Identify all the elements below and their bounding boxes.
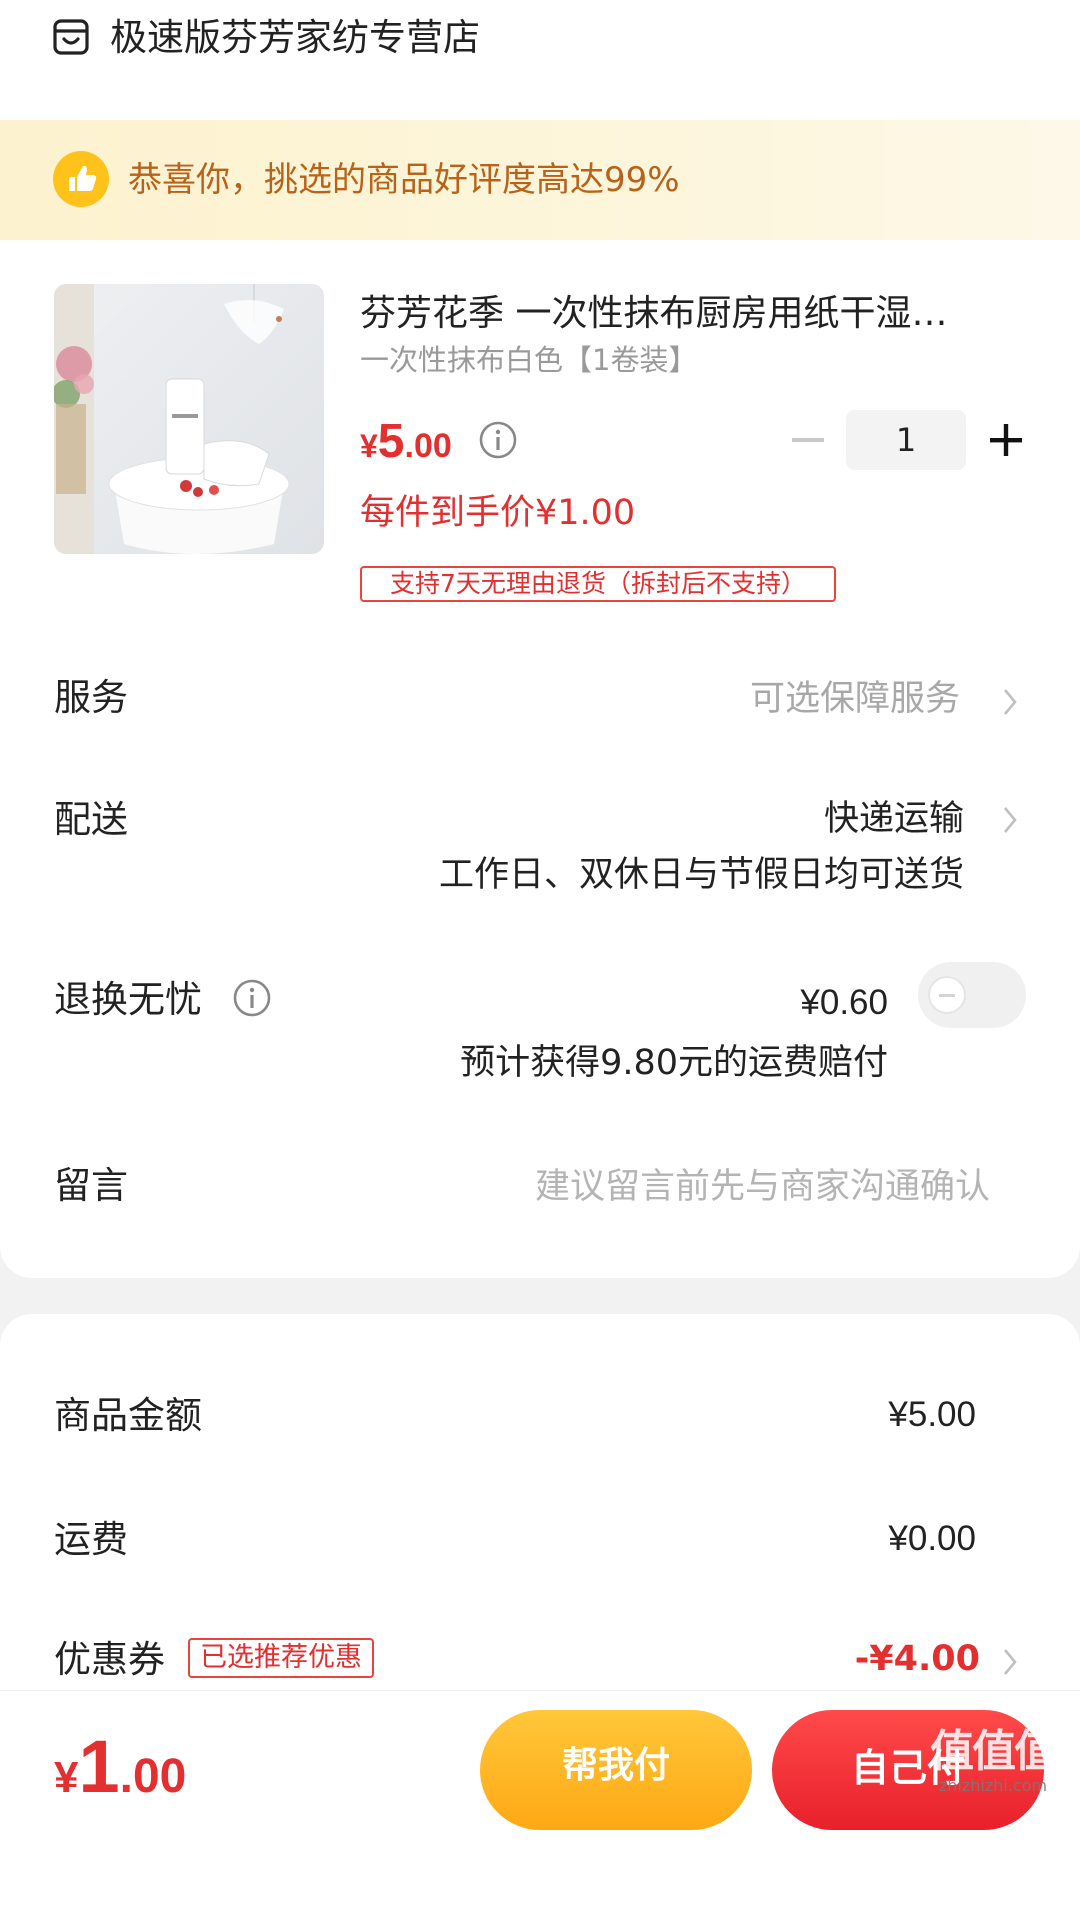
watermark-logo: 值值值 — [930, 1726, 1058, 1777]
rating-banner-text: 恭喜你，挑选的商品好评度高达99% — [128, 160, 680, 200]
total-price: ¥1.00 — [54, 1724, 186, 1809]
toggle-knob — [928, 976, 966, 1014]
delivery-method[interactable]: 快递运输 — [824, 796, 964, 842]
chevron-right-icon[interactable] — [1000, 1646, 1020, 1678]
info-icon[interactable] — [232, 978, 272, 1018]
product-sku[interactable]: 一次性抹布白色【1卷装】 — [360, 340, 697, 380]
total-integer: 1 — [78, 1725, 120, 1808]
price-decimal: .00 — [404, 427, 452, 465]
product-image[interactable] — [54, 284, 324, 554]
message-input[interactable]: 建议留言前先与商家沟通确认 — [535, 1164, 990, 1210]
service-value[interactable]: 可选保障服务 — [750, 676, 960, 722]
product-price: ¥5.00 — [360, 414, 452, 469]
watermark: 值值值 zhizhizhi.com — [918, 1728, 1068, 1796]
quantity-increase-button[interactable] — [986, 420, 1026, 460]
coupon-value[interactable]: -¥4.00 — [855, 1636, 980, 1682]
coupon-label: 优惠券 — [54, 1638, 165, 1681]
return-worry-free-note: 预计获得9.80元的运费赔付 — [460, 1043, 888, 1083]
goods-amount-label: 商品金额 — [54, 1394, 202, 1437]
delivery-schedule: 工作日、双休日与节假日均可送货 — [438, 855, 964, 895]
thumbs-up-icon — [52, 150, 110, 208]
return-policy-badge: 支持7天无理由退货（拆封后不支持） — [360, 566, 836, 602]
quantity-input[interactable]: 1 — [846, 410, 966, 470]
shipping-label: 运费 — [54, 1518, 128, 1561]
message-label: 留言 — [54, 1164, 128, 1207]
delivery-label: 配送 — [54, 798, 128, 841]
store-name[interactable]: 极速版芬芳家纺专营店 — [110, 14, 480, 62]
price-symbol: ¥ — [360, 428, 378, 464]
watermark-url: zhizhizhi.com — [938, 1776, 1048, 1795]
info-icon[interactable] — [478, 420, 518, 460]
coupon-badge: 已选推荐优惠 — [188, 1638, 374, 1678]
help-me-pay-button[interactable]: 帮我付 — [480, 1710, 752, 1830]
quantity-decrease-button[interactable] — [790, 420, 826, 460]
product-title[interactable]: 芬芳花季 一次性抹布厨房用纸干湿… — [360, 290, 1010, 338]
shipping-value: ¥0.00 — [888, 1519, 976, 1558]
return-worry-free-toggle[interactable] — [918, 962, 1026, 1028]
return-worry-free-label: 退换无忧 — [54, 978, 202, 1021]
price-integer: 5 — [377, 415, 405, 468]
per-item-price: 每件到手价¥1.00 — [360, 493, 636, 533]
chevron-right-icon[interactable] — [1000, 804, 1020, 836]
return-worry-free-price: ¥0.60 — [800, 983, 888, 1022]
chevron-right-icon[interactable] — [1000, 686, 1020, 718]
goods-amount-value: ¥5.00 — [888, 1395, 976, 1434]
total-symbol: ¥ — [54, 1753, 79, 1802]
total-decimal: .00 — [119, 1750, 187, 1803]
service-label: 服务 — [54, 676, 128, 719]
store-icon[interactable] — [52, 18, 90, 56]
